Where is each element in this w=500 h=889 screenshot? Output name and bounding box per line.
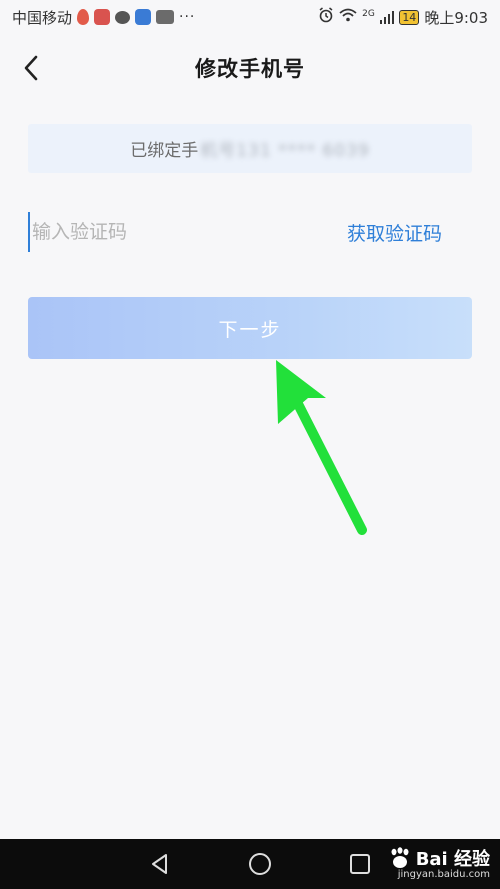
battery-icon: 14 (399, 9, 420, 25)
bound-phone-notice: 已绑定手 机号131 **** 6039 (28, 124, 472, 173)
signal-icon (379, 10, 395, 24)
nav-back-button[interactable] (147, 851, 173, 877)
watermark-site: jingyan.baidu.com (397, 869, 490, 880)
carrier-label: 中国移动 (12, 8, 73, 27)
shield-app-icon (135, 9, 152, 25)
page-header: 修改手机号 (0, 34, 500, 102)
more-notifications-icon: ··· (179, 9, 196, 25)
location-app-icon (77, 9, 90, 25)
clock: 晚上9:03 (424, 8, 488, 27)
page-title: 修改手机号 (195, 57, 305, 81)
gallery-app-icon (156, 10, 175, 24)
bound-phone-masked: 机号131 **** 6039 (200, 141, 370, 161)
network-type-label: 2G (362, 8, 375, 19)
chat-bubble-icon (115, 10, 131, 24)
status-bar: 中国移动 ··· 2G 14 晚上9:03 (0, 0, 500, 34)
shopping-app-icon (94, 9, 111, 25)
verification-row: 获取验证码 (28, 208, 472, 256)
verification-code-input[interactable] (28, 212, 288, 252)
chevron-left-icon (24, 55, 38, 81)
nav-home-button[interactable] (247, 851, 273, 877)
wifi-icon (339, 8, 357, 26)
circle-home-icon (249, 853, 271, 875)
get-code-button[interactable]: 获取验证码 (347, 219, 442, 246)
paw-logo-icon (391, 847, 409, 868)
status-left: 中国移动 ··· (12, 7, 195, 28)
bound-phone-prefix: 已绑定手 (130, 141, 199, 161)
triangle-back-icon (152, 854, 167, 874)
alarm-icon (318, 7, 334, 27)
nav-recents-button[interactable] (347, 851, 373, 877)
square-recents-icon (350, 854, 370, 874)
next-step-button[interactable]: 下一步 (28, 297, 472, 359)
back-button[interactable] (16, 52, 46, 84)
watermark-brand: Bai 经验 (415, 849, 490, 870)
battery-level: 14 (402, 10, 417, 24)
status-right: 2G 14 晚上9:03 (318, 7, 488, 28)
baidu-watermark: Bai 经验 jingyan.baidu.com (388, 845, 490, 880)
